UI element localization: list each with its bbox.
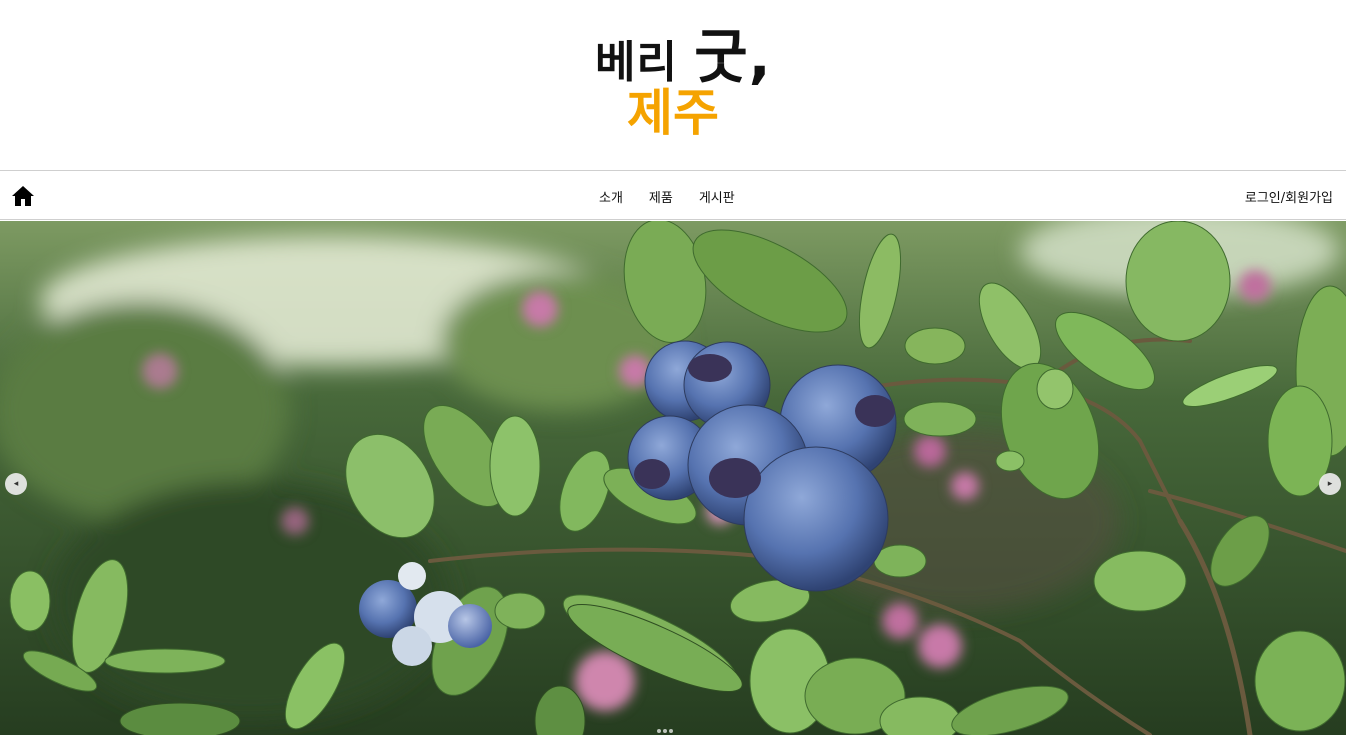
nav-item-intro[interactable]: 소개 (586, 187, 636, 206)
slider-next-button[interactable]: ▸ (1319, 473, 1341, 495)
slide-image-blueberries (0, 221, 1346, 735)
logo-text-jeju: 제주 (627, 84, 719, 142)
slider-dot-3[interactable] (669, 729, 673, 733)
hero-slider: ◂ ▸ (0, 221, 1346, 735)
home-icon[interactable] (11, 185, 35, 207)
slider-dot-1[interactable] (657, 729, 661, 733)
site-logo[interactable]: 베리 굿, 제주 (595, 22, 771, 142)
slider-pagination (656, 729, 674, 733)
main-navbar: 소개 제품 게시판 로그인/회원가입 (0, 170, 1346, 220)
nav-item-board[interactable]: 게시판 (686, 187, 748, 206)
slider-prev-button[interactable]: ◂ (5, 473, 27, 495)
nav-item-products[interactable]: 제품 (636, 187, 686, 206)
site-header: 베리 굿, 제주 (0, 0, 1346, 170)
login-signup-link[interactable]: 로그인/회원가입 (1245, 171, 1333, 221)
slider-dot-2[interactable] (663, 729, 667, 733)
nav-menu: 소개 제품 게시판 (586, 171, 748, 221)
